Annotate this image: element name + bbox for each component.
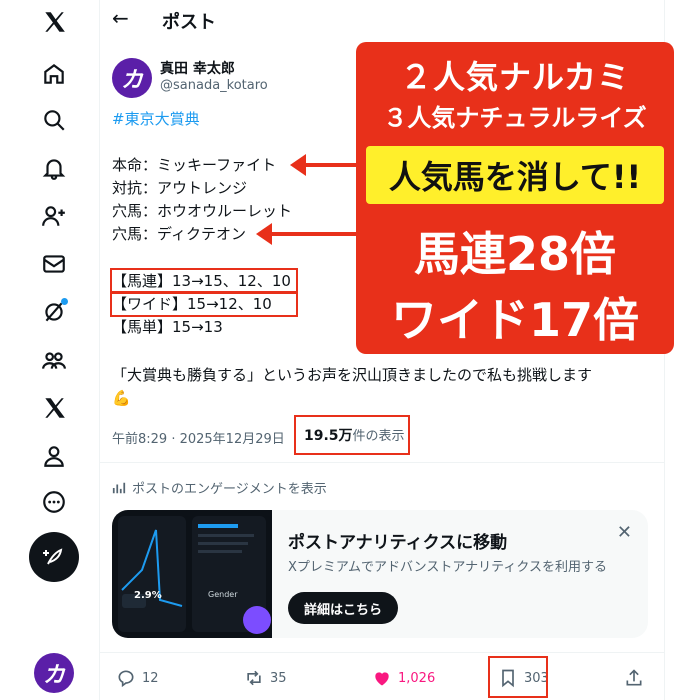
hashtag-link[interactable]: #東京大賞典 [112,108,200,130]
bet-umatan: 【馬単】15→13 [112,318,223,336]
more-options-icon[interactable] [38,486,70,518]
highlight-box-wide [110,291,298,317]
tweet-body-text: 「大賞典も勝負する」というお声を沢山頂きましたので私も挑戦します [112,366,593,384]
divider [100,462,664,463]
author-avatar[interactable]: カ [112,58,152,98]
like-button[interactable]: 1,026 [372,668,435,688]
x-logo-icon[interactable] [38,6,70,38]
promo-line-odds-umaren: 馬連28倍 [413,227,616,281]
view-engagement-link[interactable]: ポストのエンゲージメントを表示 [112,478,327,497]
preview-stat-rate: 2.9% [134,590,162,601]
search-icon[interactable] [38,104,70,136]
promo-banner: ２人気ナルカミ ３人気ナチュラルライズ 人気馬を消して!! 馬連28倍 ワイド1… [356,42,674,354]
share-button[interactable] [624,668,644,688]
card-title: ポストアナリティクスに移動 [288,533,508,553]
repost-button[interactable]: 35 [244,668,287,688]
post-header: ← ポスト [100,0,665,40]
premium-x-icon[interactable] [38,392,70,424]
pick-anauma-2: 穴馬：ディクテオン [112,225,246,243]
author-handle[interactable]: @sanada_kotaro [160,78,268,93]
highlight-box-views [294,415,410,455]
close-icon[interactable]: ✕ [617,522,632,543]
messages-mail-icon[interactable] [38,248,70,280]
follow-add-user-icon[interactable] [38,200,70,232]
analytics-promo-card[interactable]: 2.9% Gender ポストアナリティクスに移動 Xプレミアムでアドバンストア… [112,510,648,638]
reply-count: 12 [142,670,159,686]
pick-honmei: 本命：ミッキーファイト [112,156,277,174]
repost-icon [247,670,261,686]
feather-plus-icon [43,548,63,565]
left-nav: カ [0,0,100,700]
compose-post-button[interactable] [29,532,79,582]
preview-stat-gender: Gender [208,590,238,599]
bar-chart-icon [112,482,126,493]
arrow-to-dictaeon [256,223,360,245]
communities-icon[interactable] [38,344,70,376]
profile-icon[interactable] [38,440,70,472]
repost-count: 35 [270,670,287,686]
highlight-box-bookmarks [488,656,548,698]
analytics-preview-image: 2.9% Gender [112,510,272,638]
post-timestamp[interactable]: 午前8:29 · 2025年12月29日 [112,428,285,447]
engagement-label: ポストのエンゲージメントを表示 [132,482,327,497]
reply-icon [118,670,134,688]
pick-anauma-1: 穴馬：ホウオウルーレット [112,202,293,220]
promo-line-2: ３人気ナチュラルライズ [383,104,647,132]
page-title: ポスト [162,12,216,33]
promo-line-odds-wide: ワイド17倍 [390,293,639,347]
pick-taikou: 対抗：アウトレンジ [112,179,248,197]
account-avatar[interactable]: カ [34,653,74,693]
back-arrow-icon[interactable]: ← [112,6,129,30]
like-count: 1,026 [398,670,436,686]
details-button[interactable]: 詳細はこちら [288,592,399,624]
grok-icon[interactable] [38,296,70,328]
promo-line-1: ２人気ナルカミ [399,58,631,96]
card-subtitle: Xプレミアムでアドバンストアナリティクスを利用する [288,560,607,575]
promo-highlight: 人気馬を消して!! [366,146,664,204]
arrow-to-honmei [290,154,360,176]
flexed-bicep-emoji: 💪 [112,389,131,407]
share-icon [626,669,642,686]
notification-dot [61,298,68,305]
notifications-bell-icon[interactable] [38,152,70,184]
divider [100,652,664,653]
reply-button[interactable]: 12 [116,668,159,688]
author-name[interactable]: 真田 幸太郎 [160,58,235,78]
home-icon[interactable] [38,58,70,90]
heart-filled-icon [375,672,389,686]
